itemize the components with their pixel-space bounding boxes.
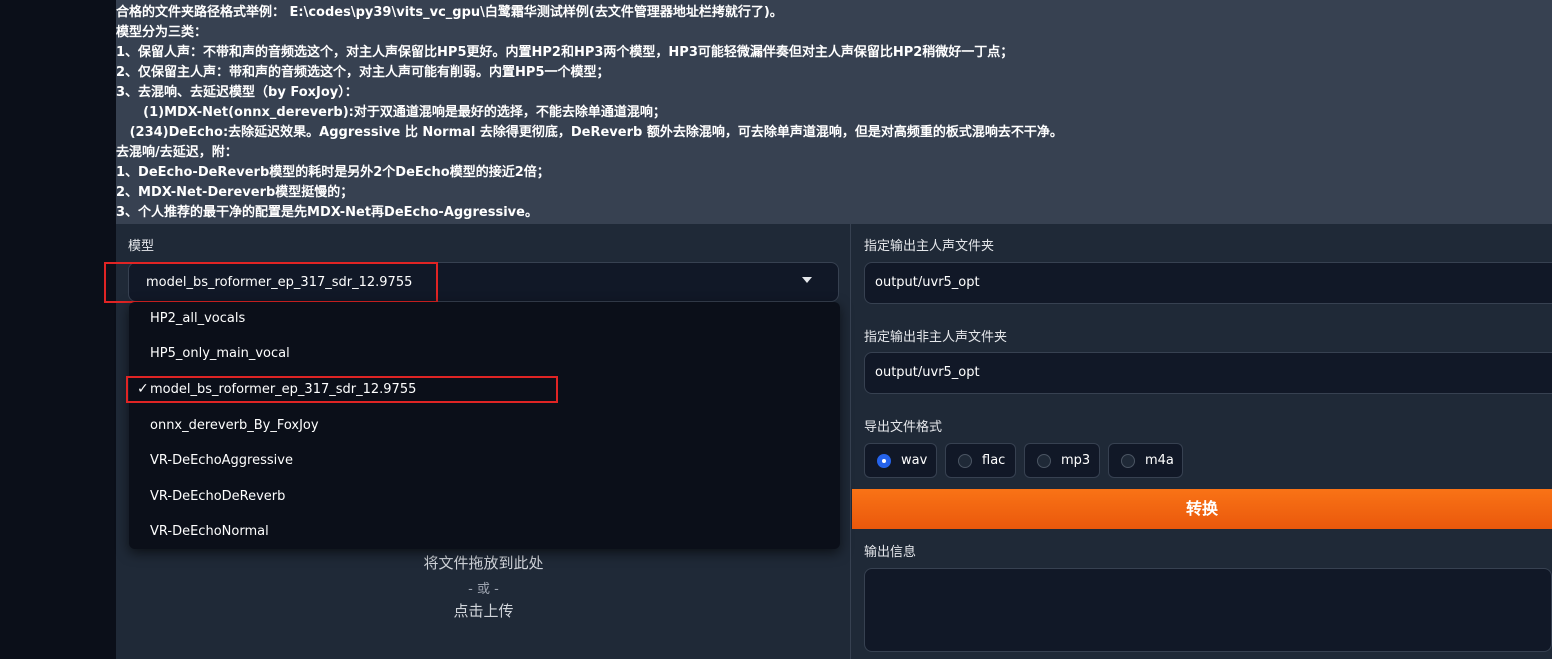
instruction-line: 3、去混响、去延迟模型（by FoxJoy）：	[116, 85, 358, 100]
instruction-line: 1、DeEcho-DeReverb模型的耗时是另外2个DeEcho模型的接近2倍…	[116, 165, 550, 180]
instruction-line: 2、仅保留主人声：带和声的音频选这个，对主人声可能有削弱。内置HP5一个模型；	[116, 65, 610, 80]
model-dropdown[interactable]: model_bs_roformer_ep_317_sdr_12.9755	[128, 262, 839, 302]
instruction-line: 合格的文件夹路径格式举例： E:\codes\py39\vits_vc_gpu\…	[116, 5, 783, 20]
dropdown-option[interactable]: HP2_all_vocals	[129, 302, 840, 338]
format-radio-mp3[interactable]: mp3	[1024, 443, 1100, 478]
output-info-label: 输出信息	[864, 545, 917, 560]
model-label: 模型	[128, 239, 155, 254]
chevron-down-icon	[802, 277, 812, 283]
dropdown-option[interactable]: HP5_only_main_vocal	[129, 337, 840, 373]
radio-label: wav	[901, 453, 928, 468]
dropdown-option-selected[interactable]: ✓ model_bs_roformer_ep_317_sdr_12.9755	[129, 373, 840, 409]
radio-checked-icon	[877, 454, 891, 468]
format-radio-wav[interactable]: wav	[864, 443, 937, 478]
option-label: VR-DeEchoDeReverb	[150, 489, 286, 504]
format-radio-flac[interactable]: flac	[945, 443, 1016, 478]
ins-output-input[interactable]: output/uvr5_opt	[864, 352, 1552, 394]
format-radio-m4a[interactable]: m4a	[1108, 443, 1183, 478]
upload-click-text[interactable]: 点击上传	[116, 600, 851, 621]
option-label: model_bs_roformer_ep_317_sdr_12.9755	[150, 382, 417, 397]
radio-unchecked-icon	[1121, 454, 1135, 468]
radio-label: flac	[982, 453, 1006, 468]
instruction-line: (234)DeEcho:去除延迟效果。Aggressive 比 Normal 去…	[116, 125, 1063, 140]
instructions-markdown: 合格的文件夹路径格式举例： E:\codes\py39\vits_vc_gpu\…	[116, 0, 1552, 224]
convert-button[interactable]: 转换	[852, 489, 1552, 529]
ins-output-value: output/uvr5_opt	[875, 365, 980, 380]
instruction-line: 1、保留人声：不带和声的音频选这个，对主人声保留比HP5更好。内置HP2和HP3…	[116, 45, 1014, 60]
vocal-output-label: 指定输出主人声文件夹	[864, 239, 995, 254]
vocal-output-value: output/uvr5_opt	[875, 275, 980, 290]
instruction-line: 3、个人推荐的最干净的配置是先MDX-Net再DeEcho-Aggressive…	[116, 205, 538, 220]
dropdown-option[interactable]: VR-DeEchoAggressive	[129, 444, 840, 480]
dropdown-toggle[interactable]	[788, 263, 838, 303]
instruction-line: (1)MDX-Net(onnx_dereverb):对于双通道混响是最好的选择，…	[116, 105, 666, 120]
instruction-line: 去混响/去延迟，附：	[116, 145, 238, 160]
instruction-line: 2、MDX-Net-Dereverb模型挺慢的；	[116, 185, 354, 200]
upload-or-text: - 或 -	[468, 582, 499, 597]
radio-unchecked-icon	[958, 454, 972, 468]
option-label: HP5_only_main_vocal	[150, 346, 290, 361]
option-label: VR-DeEchoAggressive	[150, 453, 293, 468]
option-label: HP2_all_vocals	[150, 311, 246, 326]
audio-upload-dropzone[interactable]: 将文件拖放到此处 - 或 - 点击上传	[116, 544, 851, 659]
model-selected-value: model_bs_roformer_ep_317_sdr_12.9755	[146, 275, 413, 290]
dropdown-option[interactable]: onnx_dereverb_By_FoxJoy	[129, 409, 840, 445]
check-icon: ✓	[137, 381, 149, 397]
output-info-textbox[interactable]	[864, 568, 1552, 652]
radio-label: mp3	[1061, 453, 1091, 468]
instruction-line: 模型分为三类：	[116, 25, 208, 40]
model-dropdown-list: HP2_all_vocals HP5_only_main_vocal ✓ mod…	[129, 302, 840, 549]
upload-drop-text: 将文件拖放到此处	[423, 554, 544, 572]
radio-unchecked-icon	[1037, 454, 1051, 468]
dropdown-option[interactable]: VR-DeEchoNormal	[129, 515, 840, 551]
option-label: onnx_dereverb_By_FoxJoy	[150, 418, 319, 433]
vocal-output-input[interactable]: output/uvr5_opt	[864, 262, 1552, 304]
radio-label: m4a	[1145, 453, 1174, 468]
left-background	[0, 0, 116, 659]
format-label: 导出文件格式	[864, 420, 943, 435]
option-label: VR-DeEchoNormal	[150, 524, 269, 539]
ins-output-label: 指定输出非主人声文件夹	[864, 330, 1008, 345]
dropdown-option[interactable]: VR-DeEchoDeReverb	[129, 480, 840, 516]
